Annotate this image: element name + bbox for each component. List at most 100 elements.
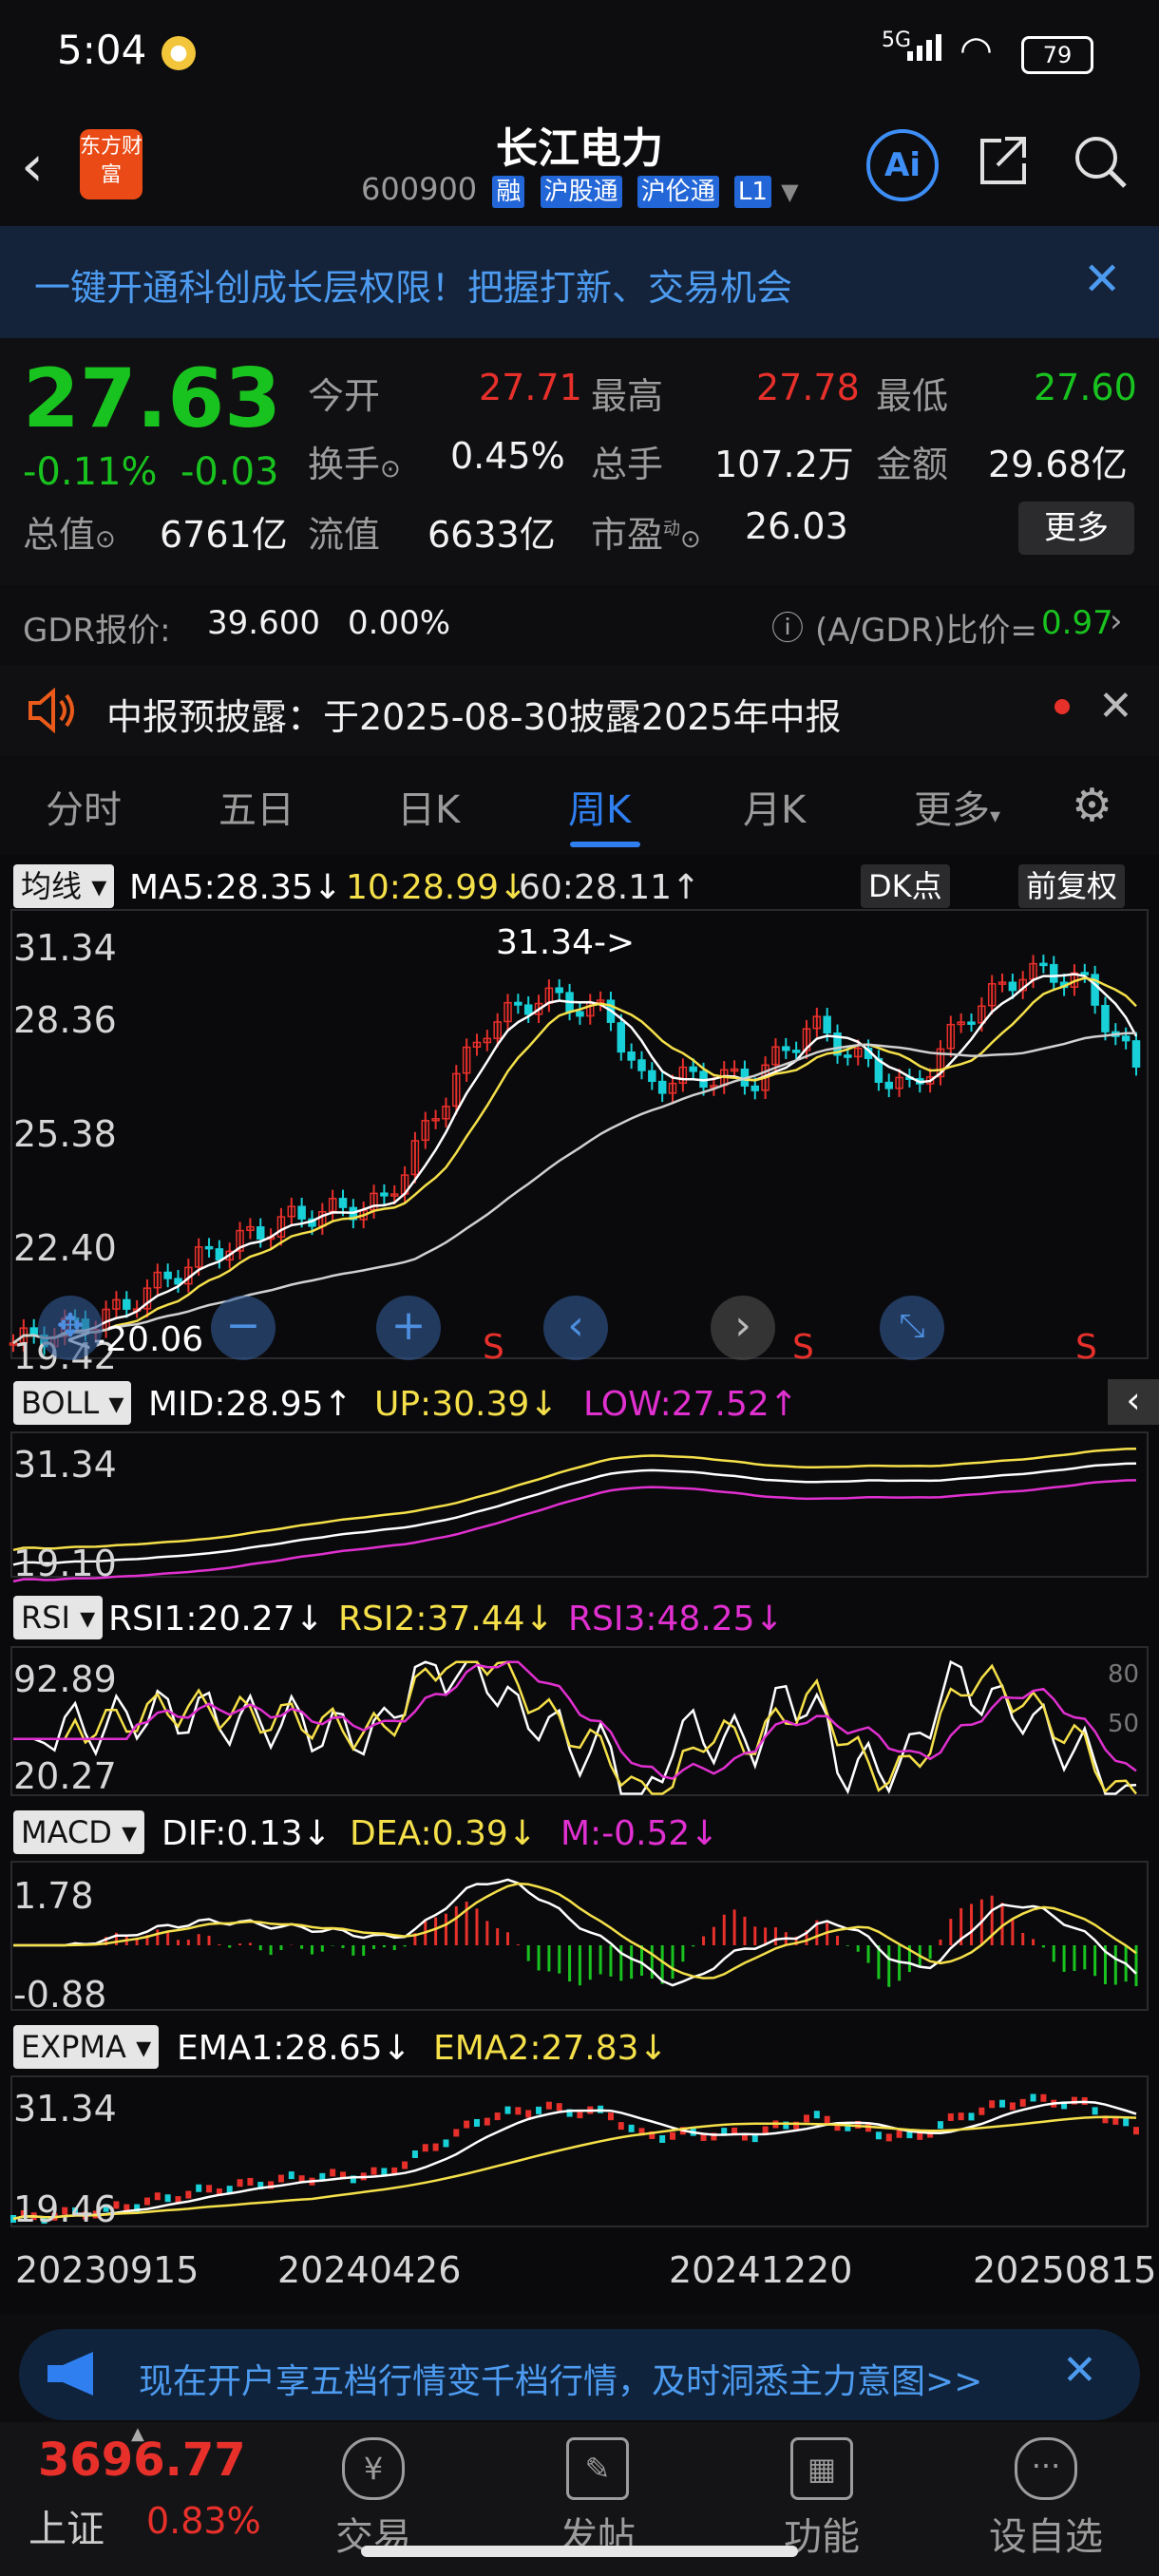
rsi2-line (13, 1660, 1137, 1795)
candle (1121, 1035, 1130, 1042)
candle (823, 1015, 831, 1034)
main-axis-label: 31.34 (13, 927, 117, 969)
high-label: 最高 (591, 375, 664, 417)
tab-daily-k[interactable]: 日K (397, 779, 460, 834)
boll-axis-bottom: 19.10 (13, 1543, 117, 1584)
ma10-line (12, 976, 1137, 1345)
period-tabs: 分时 五日 日K 周K 月K 更多▾ ⚙ (0, 760, 1159, 857)
candle (1008, 981, 1017, 992)
expma-candle (143, 2197, 150, 2206)
expma-candle (659, 2134, 666, 2143)
tab-intraday[interactable]: 分时 (46, 779, 122, 834)
gdr-ratio: 0.97 (1041, 604, 1113, 642)
candle (380, 1192, 389, 1197)
turnover-value: 0.45% (450, 435, 565, 477)
promo-text: 一键开通科创成长层权限！把握打新、交易机会 (34, 267, 793, 309)
expma-candle (947, 2112, 954, 2121)
date-label: 20240426 (277, 2249, 462, 2291)
candle (163, 1271, 172, 1279)
ema1-line (12, 2100, 1137, 2221)
stock-code-row[interactable]: 600900 融 沪股通 沪伦通 L1 ▼ (361, 171, 799, 208)
promo-banner[interactable]: 一键开通科创成长层权限！把握打新、交易机会 ✕ (0, 226, 1159, 338)
crosshair-icon[interactable]: ✥ (38, 1296, 103, 1360)
boll-selector[interactable]: BOLL ▾ (13, 1381, 132, 1425)
close-icon[interactable]: ✕ (1083, 253, 1121, 306)
signal-icon (907, 34, 945, 61)
candle (791, 1050, 801, 1053)
date-label: 20241220 (669, 2249, 853, 2291)
expma-candle (762, 2126, 769, 2134)
expma-candle (751, 2134, 758, 2143)
collapse-icon[interactable]: ‹ (1108, 1379, 1159, 1425)
close-icon[interactable]: ✕ (1098, 682, 1133, 730)
expma-candle (247, 2177, 254, 2186)
expma-candle (484, 2117, 490, 2126)
candle (1039, 962, 1048, 967)
nav-post[interactable]: ✎ 发帖 (526, 2437, 669, 2561)
macd-dif: DIF:0.13↓ (162, 1814, 332, 1853)
gear-icon[interactable]: ⚙ (1072, 779, 1112, 832)
dif-line (13, 1878, 1137, 1987)
expma-candle (494, 2112, 501, 2121)
float-value: 6633亿 (428, 514, 556, 556)
gdr-ratio-label: (A/GDR)比价= (815, 612, 1037, 650)
open-label: 今开 (308, 375, 381, 417)
expma-candle (504, 2106, 511, 2114)
nav-watchlist[interactable]: ··· 设自选 (975, 2437, 1117, 2561)
turnover-label: 换手⊙ (308, 444, 401, 485)
nav-trade[interactable]: ¥ 交易 (302, 2437, 445, 2561)
expma-candle (185, 2190, 192, 2199)
expma-axis-bottom: 19.46 (13, 2188, 117, 2230)
volume-value: 107.2万 (714, 444, 854, 485)
boll-low-line (12, 1479, 1137, 1583)
scroll-left-button[interactable]: ‹ (543, 1296, 608, 1360)
zoom-out-button[interactable]: − (211, 1296, 276, 1360)
megaphone-icon (48, 2352, 93, 2396)
candle (123, 1298, 131, 1310)
expma-selector[interactable]: EXPMA ▾ (13, 2025, 160, 2069)
index-name[interactable]: 上证 (28, 2498, 104, 2553)
candle (648, 1070, 656, 1083)
fullscreen-icon[interactable]: ⤡ (880, 1296, 944, 1360)
expma-candle (453, 2129, 460, 2137)
ema2-value: EMA2:27.83↓ (433, 2029, 668, 2068)
help-icon[interactable]: ⓘ (771, 602, 804, 649)
pe-label: 市盈动⊙ (591, 514, 701, 556)
kline-chart[interactable]: 均线 ▾ MA5:28.35↓ 10:28.99↓ 60:28.11↑ DK点 … (0, 855, 1159, 2314)
macd-selector[interactable]: MACD ▾ (13, 1810, 145, 1854)
expma-candle (545, 2101, 552, 2110)
nav-label: 设自选 (989, 2515, 1103, 2559)
expma-candle (875, 2131, 882, 2140)
tab-weekly-k[interactable]: 周K (568, 779, 631, 834)
open-account-banner[interactable]: 现在开户享五档行情变千档行情，及时洞悉主力意图>> ✕ (19, 2329, 1140, 2420)
index-pct[interactable]: 0.83% (146, 2500, 261, 2542)
candle (1101, 1004, 1110, 1032)
close-icon[interactable]: ✕ (1062, 2346, 1097, 2395)
search-icon[interactable] (1072, 133, 1129, 190)
ai-button[interactable]: Ai (866, 129, 939, 201)
expma-axis-top: 31.34 (13, 2088, 117, 2130)
main-axis-label: 28.36 (13, 999, 117, 1041)
share-icon[interactable] (977, 133, 1030, 188)
gdr-row[interactable]: GDR报价: 39.600 0.00% ⓘ (A/GDR)比价= 0.97 › (0, 585, 1159, 661)
tab-monthly-k[interactable]: 月K (743, 779, 806, 834)
scroll-right-button[interactable]: › (711, 1296, 775, 1360)
main-axis-label: 22.40 (13, 1227, 117, 1269)
candle (844, 1054, 852, 1058)
more-button[interactable]: 更多 (1018, 502, 1134, 555)
tab-more[interactable]: 更多▾ (914, 779, 1000, 834)
tag-london-connect: 沪伦通 (636, 176, 719, 208)
chevron-right-icon[interactable]: › (1110, 602, 1123, 640)
chevron-down-icon[interactable]: ▼ (781, 179, 798, 205)
expma-candle (525, 2110, 532, 2118)
tab-five-day[interactable]: 五日 (218, 779, 294, 834)
expma-candle (958, 2112, 964, 2121)
change-value: -0.03 (180, 450, 279, 494)
zoom-in-button[interactable]: + (376, 1296, 441, 1360)
tag-level: L1 (733, 176, 771, 208)
expma-candle (330, 2169, 336, 2177)
candle (297, 1205, 306, 1220)
rsi-selector[interactable]: RSI ▾ (13, 1596, 104, 1639)
disclosure-notice[interactable]: 中报预披露：于2025-08-30披露2025年中报 ✕ (0, 665, 1159, 756)
nav-functions[interactable]: ▦ 功能 (750, 2437, 893, 2561)
